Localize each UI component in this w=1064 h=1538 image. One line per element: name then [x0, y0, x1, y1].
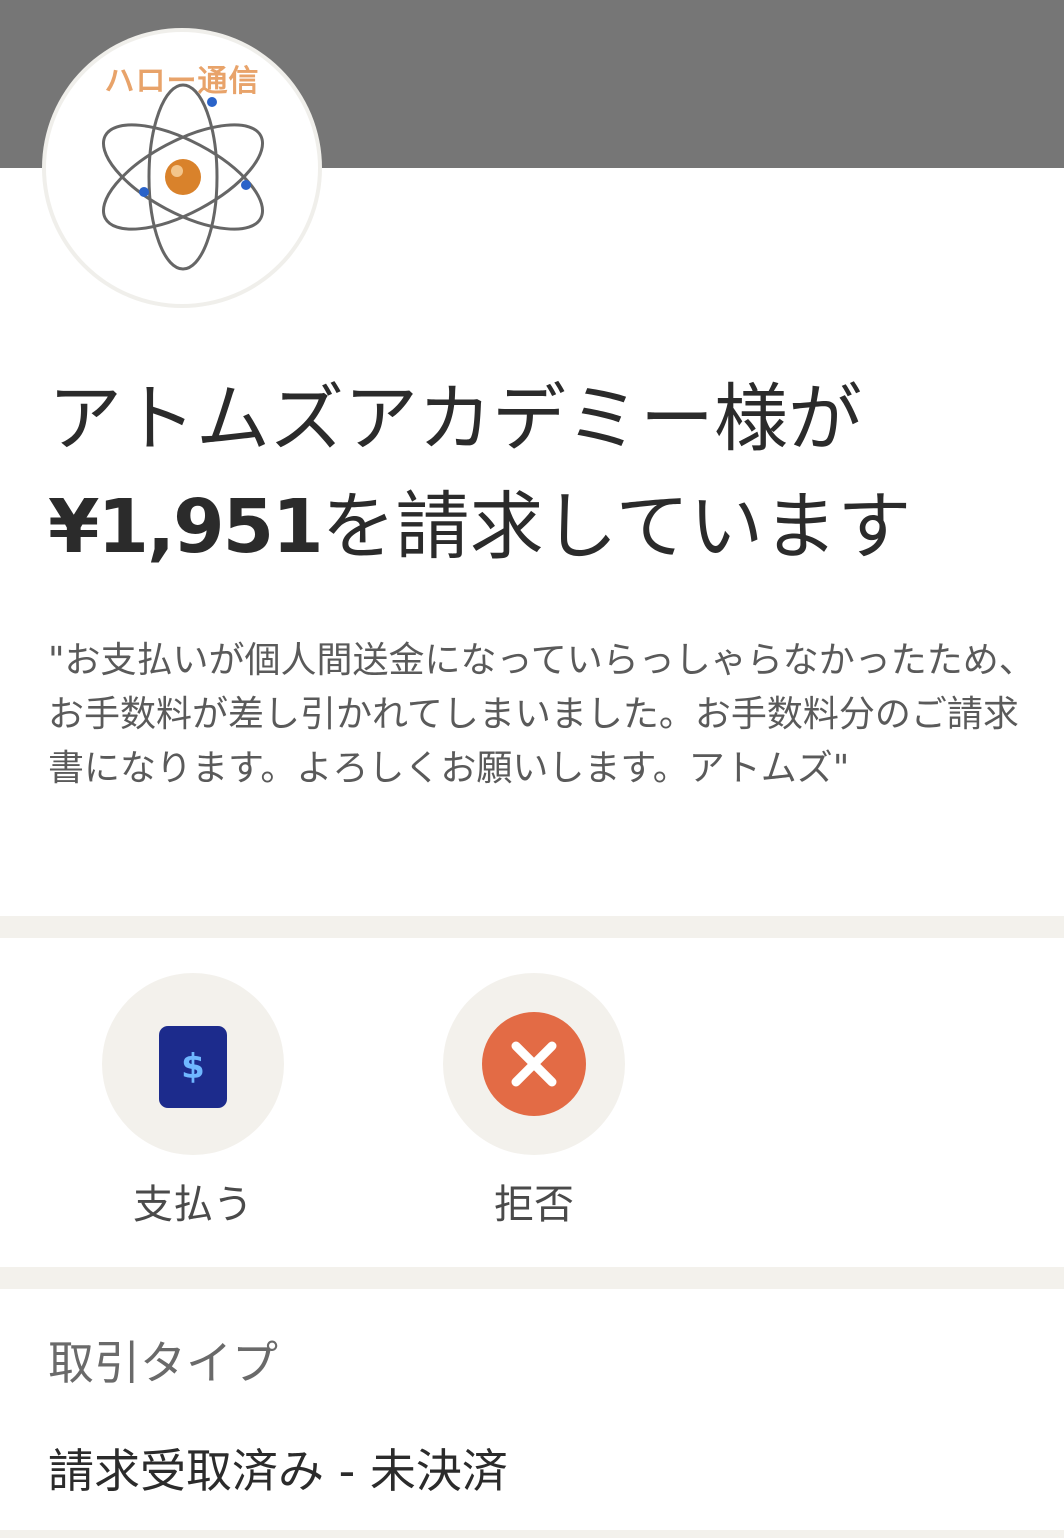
request-title-suffix: を請求しています	[321, 484, 912, 570]
close-icon	[482, 1012, 586, 1116]
request-amount: ¥1,951	[48, 484, 324, 570]
dollar-icon: $	[159, 1026, 227, 1108]
decline-button-label: 拒否	[494, 1182, 574, 1228]
pay-button[interactable]: $ 支払う	[102, 973, 284, 1229]
request-title: アトムズアカデミー様が ¥1,951を請求しています	[48, 365, 1038, 581]
avatar-logo-text: ハロー通信	[104, 64, 260, 99]
decline-button-circle[interactable]	[443, 973, 625, 1155]
request-note: "お支払いが個人間送金になっていらっしゃらなかったため、お手数料が差し引かれてし…	[48, 640, 1035, 789]
pay-button-label: 支払う	[133, 1182, 253, 1228]
requester-line: アトムズアカデミー様が	[48, 376, 862, 462]
transaction-type-value: 請求受取済み - 未決済	[48, 1444, 508, 1498]
transaction-type-label: 取引タイプ	[48, 1336, 278, 1390]
merchant-avatar: ハロー通信	[46, 32, 318, 304]
decline-button[interactable]: 拒否	[443, 973, 625, 1229]
section-divider	[0, 1267, 1064, 1289]
section-divider	[0, 1530, 1064, 1538]
pay-button-circle[interactable]: $	[102, 973, 284, 1155]
section-divider	[0, 916, 1064, 938]
